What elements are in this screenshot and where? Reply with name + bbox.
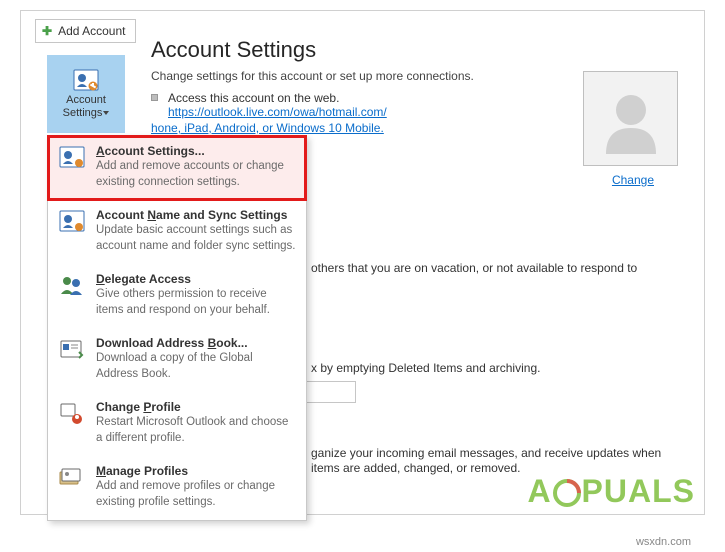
menu-item-title: Delegate Access	[96, 272, 296, 286]
menu-item-download-address-book[interactable]: Download Address Book... Download a copy…	[48, 328, 306, 392]
ooo-text-line: others that you are on vacation, or not …	[311, 261, 684, 275]
owa-link[interactable]: https://outlook.live.com/owa/hotmail.com…	[168, 105, 387, 119]
page-title: Account Settings	[151, 37, 686, 63]
account-settings-dropdown-button[interactable]: Account Settings	[47, 55, 125, 133]
access-web-label: Access this account on the web.	[168, 91, 387, 105]
menu-item-desc: Add and remove profiles or change existi…	[96, 479, 296, 510]
change-photo-link[interactable]: Change	[612, 173, 654, 187]
menu-item-delegate-access[interactable]: Delegate Access Give others permission t…	[48, 264, 306, 328]
menu-item-desc: Add and remove accounts or change existi…	[96, 159, 296, 190]
menu-item-desc: Restart Microsoft Outlook and choose a d…	[96, 415, 296, 446]
mailbox-text-line: x by emptying Deleted Items and archivin…	[311, 361, 684, 375]
rules-text-line2: items are added, changed, or removed.	[311, 461, 684, 475]
account-settings-label: Account Settings	[63, 94, 110, 119]
chevron-down-icon	[103, 111, 109, 115]
plus-icon: ✚	[42, 24, 52, 38]
menu-item-name-sync[interactable]: Account Name and Sync Settings Update ba…	[48, 200, 306, 264]
menu-item-title: Account Name and Sync Settings	[96, 208, 296, 222]
add-account-button[interactable]: ✚ Add Account	[35, 19, 136, 43]
person-silhouette-icon	[596, 84, 666, 154]
menu-item-change-profile[interactable]: Change Profile Restart Microsoft Outlook…	[48, 392, 306, 456]
account-card-icon	[58, 144, 86, 190]
change-profile-icon	[58, 400, 86, 446]
manage-profiles-icon	[58, 464, 86, 510]
menu-item-desc: Give others permission to receive items …	[96, 287, 296, 318]
menu-item-account-settings[interactable]: Account Settings... Add and remove accou…	[48, 136, 306, 200]
menu-item-desc: Update basic account settings such as ac…	[96, 223, 296, 254]
menu-item-title: Manage Profiles	[96, 464, 296, 478]
outlook-account-pane: ✚ Add Account Account Settings Account S…	[20, 10, 705, 515]
rules-text-line1: ganize your incoming email messages, and…	[311, 446, 684, 460]
people-icon	[58, 272, 86, 318]
menu-item-title: Account Settings...	[96, 144, 296, 158]
account-sync-icon	[58, 208, 86, 254]
source-label: wsxdn.com	[636, 536, 691, 548]
account-settings-menu: Account Settings... Add and remove accou…	[47, 135, 307, 521]
account-card-icon	[73, 69, 99, 91]
account-avatar	[583, 71, 678, 166]
menu-item-title: Download Address Book...	[96, 336, 296, 350]
menu-item-manage-profiles[interactable]: Manage Profiles Add and remove profiles …	[48, 456, 306, 520]
bullet-icon	[151, 94, 158, 101]
menu-item-desc: Download a copy of the Global Address Bo…	[96, 351, 296, 382]
address-book-icon	[58, 336, 86, 382]
menu-item-title: Change Profile	[96, 400, 296, 414]
add-account-label: Add Account	[58, 24, 125, 38]
mobile-apps-link[interactable]: hone, iPad, Android, or Windows 10 Mobil…	[151, 121, 384, 135]
